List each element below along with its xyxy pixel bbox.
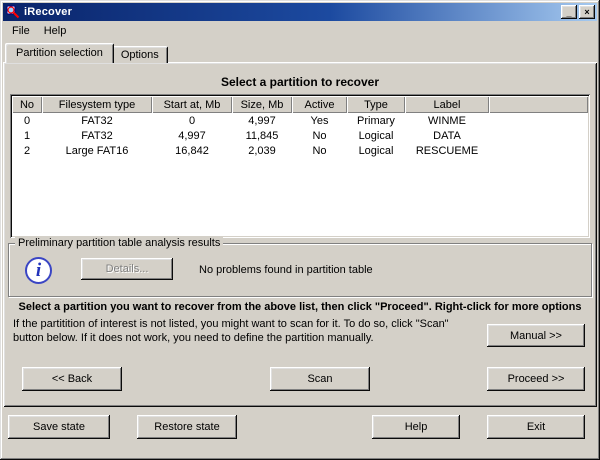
cell-type: Logical [347,143,405,158]
cell-label: RESCUEME [405,143,489,158]
column-header-start[interactable]: Start at, Mb [152,96,232,113]
table-row[interactable]: 2 Large FAT16 16,842 2,039 No Logical RE… [12,143,588,158]
menu-file[interactable]: File [5,23,37,39]
cell-type: Logical [347,128,405,143]
details-button[interactable]: Details... [81,258,173,280]
cell-start: 0 [152,113,232,128]
tab-options[interactable]: Options [112,46,168,63]
info-icon: i [25,257,52,284]
cell-label: DATA [405,128,489,143]
minimize-button[interactable]: _ [561,5,577,19]
cell-no: 2 [12,143,42,158]
magnifier-app-icon [6,5,20,19]
help-button[interactable]: Help [372,415,460,439]
back-button[interactable]: << Back [22,367,122,391]
groupbox-title: Preliminary partition table analysis res… [15,237,223,249]
partition-list[interactable]: No Filesystem type Start at, Mb Size, Mb… [10,94,590,238]
tab-strip: Partition selection Options [5,43,168,63]
cell-label: WINME [405,113,489,128]
cell-filesystem: Large FAT16 [42,143,152,158]
cell-filesystem: FAT32 [42,128,152,143]
proceed-button[interactable]: Proceed >> [487,367,585,391]
instruction-bold-text: Select a partition you want to recover f… [3,301,597,313]
cell-no: 1 [12,128,42,143]
column-header-size[interactable]: Size, Mb [232,96,292,113]
page-title: Select a partition to recover [3,75,597,89]
restore-state-button[interactable]: Restore state [137,415,237,439]
scan-button[interactable]: Scan [270,367,370,391]
cell-size: 2,039 [232,143,292,158]
title-bar[interactable]: iRecover _ × [3,3,597,21]
tab-partition-selection[interactable]: Partition selection [5,43,114,63]
cell-size: 4,997 [232,113,292,128]
partition-selection-panel: Select a partition to recover No Filesys… [3,62,597,407]
column-header-no[interactable]: No [12,96,42,113]
manual-button[interactable]: Manual >> [487,324,585,347]
cell-start: 4,997 [152,128,232,143]
column-header-type[interactable]: Type [347,96,405,113]
cell-no: 0 [12,113,42,128]
analysis-groupbox: Preliminary partition table analysis res… [8,243,592,297]
window-title: iRecover [24,6,559,18]
app-window: iRecover _ × File Help Partition selecti… [0,0,600,460]
column-header-filler [489,96,588,113]
column-header-active[interactable]: Active [292,96,347,113]
save-state-button[interactable]: Save state [8,415,110,439]
cell-filesystem: FAT32 [42,113,152,128]
instruction-paragraph: If the partitition of interest is not li… [13,317,481,345]
table-row[interactable]: 1 FAT32 4,997 11,845 No Logical DATA [12,128,588,143]
menu-bar: File Help [3,21,597,40]
close-button[interactable]: × [579,5,595,19]
cell-active: No [292,128,347,143]
cell-type: Primary [347,113,405,128]
exit-button[interactable]: Exit [487,415,585,439]
column-header-label[interactable]: Label [405,96,489,113]
menu-help[interactable]: Help [37,23,74,39]
table-row[interactable]: 0 FAT32 0 4,997 Yes Primary WINME [12,113,588,128]
cell-size: 11,845 [232,128,292,143]
analysis-result-text: No problems found in partition table [199,264,373,276]
column-header-filesystem[interactable]: Filesystem type [42,96,152,113]
cell-active: No [292,143,347,158]
table-header: No Filesystem type Start at, Mb Size, Mb… [12,96,588,113]
cell-start: 16,842 [152,143,232,158]
cell-active: Yes [292,113,347,128]
